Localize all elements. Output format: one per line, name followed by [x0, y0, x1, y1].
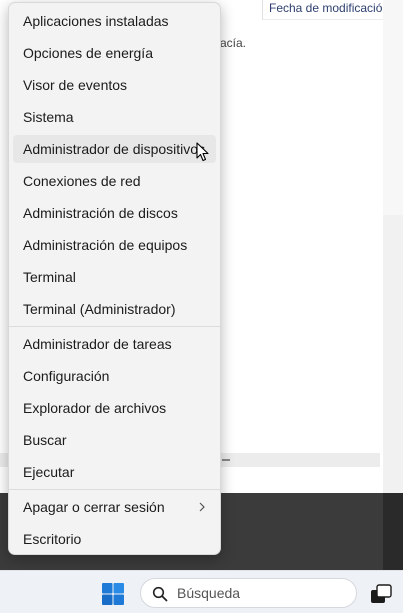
column-header-date-modified[interactable]: Fecha de modificación	[269, 1, 389, 15]
menu-item-task-manager[interactable]: Administrador de tareas	[13, 330, 216, 358]
menu-item-search[interactable]: Buscar	[13, 426, 216, 454]
mouse-cursor-icon	[196, 142, 209, 162]
menu-item-network-connections[interactable]: Conexiones de red	[13, 167, 216, 195]
menu-item-run[interactable]: Ejecutar	[13, 458, 216, 486]
menu-separator	[9, 489, 220, 490]
menu-item-event-viewer[interactable]: Visor de eventos	[13, 71, 216, 99]
search-placeholder: Búsqueda	[177, 585, 241, 601]
menu-item-system[interactable]: Sistema	[13, 103, 216, 131]
menu-item-shutdown-signout[interactable]: Apagar o cerrar sesión	[13, 493, 216, 521]
menu-separator	[9, 326, 220, 327]
menu-item-terminal-admin[interactable]: Terminal (Administrador)	[13, 295, 216, 323]
menu-item-computer-management[interactable]: Administración de equipos	[13, 231, 216, 259]
scrollbar-thumb[interactable]	[222, 459, 230, 461]
windows-start-icon[interactable]	[101, 582, 125, 606]
chevron-right-icon	[199, 502, 205, 512]
menu-item-desktop[interactable]: Escritorio	[13, 525, 216, 553]
task-view-icon[interactable]	[370, 584, 392, 604]
menu-item-settings[interactable]: Configuración	[13, 362, 216, 390]
search-icon	[152, 586, 168, 602]
menu-item-file-explorer[interactable]: Explorador de archivos	[13, 394, 216, 422]
menu-item-disk-management[interactable]: Administración de discos	[13, 199, 216, 227]
taskbar-search-box[interactable]: Búsqueda	[140, 578, 357, 608]
empty-folder-text: acía.	[220, 36, 247, 50]
taskbar: Búsqueda	[0, 570, 403, 613]
menu-item-installed-apps[interactable]: Aplicaciones instaladas	[13, 7, 216, 35]
right-edge-panel	[383, 0, 403, 493]
quick-link-menu: Aplicaciones instaladas Opciones de ener…	[8, 2, 221, 555]
menu-item-power-options[interactable]: Opciones de energía	[13, 39, 216, 67]
menu-item-device-manager[interactable]: Administrador de dispositivos	[13, 135, 216, 163]
menu-item-terminal[interactable]: Terminal	[13, 263, 216, 291]
